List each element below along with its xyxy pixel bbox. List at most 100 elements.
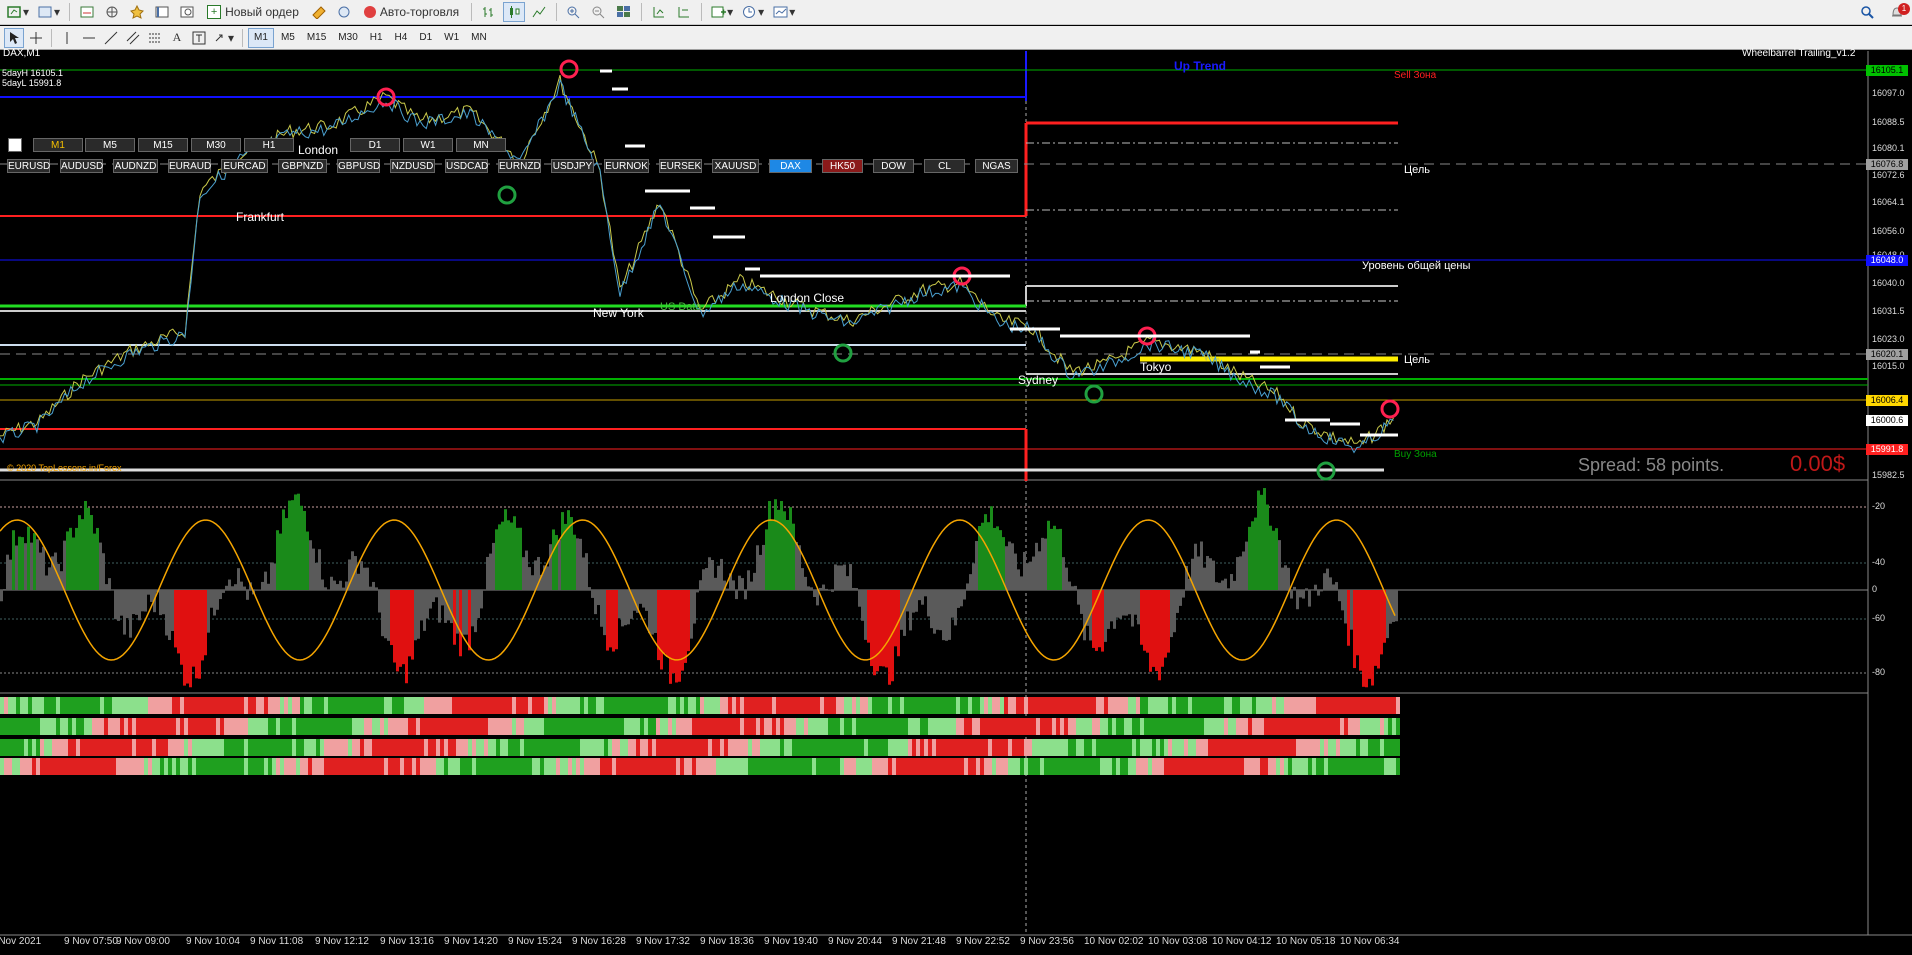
metaeditor-icon[interactable] [308,2,330,22]
new-order-button[interactable]: + Новый ордер [201,2,305,22]
symbol-button-xauusd[interactable]: XAUUSD [712,159,759,173]
panel-checkbox[interactable] [8,138,22,152]
heat-cell [1272,697,1276,714]
search-icon[interactable] [1857,2,1879,22]
indicators-icon[interactable]: ▾ [708,2,736,22]
new-chart-icon[interactable]: ▾ [4,2,32,22]
tf-H1[interactable]: H1 [365,29,388,47]
tester-icon[interactable] [176,2,198,22]
symbol-button-nzdusd[interactable]: NZDUSD [390,159,435,173]
heat-cell [816,697,820,714]
vertical-line-icon[interactable] [57,28,77,48]
symbol-button-audusd[interactable]: AUDUSD [60,159,103,173]
periods-icon[interactable]: ▾ [739,2,767,22]
heat-cell [456,758,460,775]
heat-cell [104,697,108,714]
tf-M5[interactable]: M5 [276,29,300,47]
osc-bar [783,511,786,590]
panel-tf-W1[interactable]: W1 [403,138,453,152]
heat-cell [1180,697,1184,714]
heat-cell [8,739,12,756]
notifications-icon[interactable]: 1 [1882,2,1912,22]
tile-icon[interactable] [613,2,635,22]
chart-window[interactable]: DAX,M1 Wheelbarrel Trailing_v1.2 5dayH 1… [0,48,1912,955]
tf-M1[interactable]: M1 [248,27,274,48]
symbol-button-gbpusd[interactable]: GBPUSD [337,159,380,173]
symbol-button-usdjpy[interactable]: USDJPY [551,159,594,173]
heat-cell [644,758,648,775]
heat-cell [212,697,216,714]
heat-cell [148,718,152,735]
cursor-icon[interactable] [4,27,24,48]
data-window-icon[interactable] [126,2,148,22]
osc-bar [390,590,393,646]
zoom-out-icon[interactable] [588,2,610,22]
horizontal-line-icon[interactable] [79,28,99,48]
fibonacci-icon[interactable] [145,28,165,48]
osc-bar [873,590,876,676]
trendline-icon[interactable] [101,28,121,48]
templates-icon[interactable]: ▾ [770,2,798,22]
zoom-in-icon[interactable] [563,2,585,22]
symbol-button-gbpnzd[interactable]: GBPNZD [278,159,327,173]
symbol-button-eurusd[interactable]: EURUSD [7,159,50,173]
autotrading-button[interactable]: Авто-торговля [358,2,465,22]
price-tick: 16023.0 [1872,334,1905,344]
heat-cell [528,739,532,756]
symbol-button-dax[interactable]: DAX [769,159,812,173]
heat-cell [524,739,528,756]
osc-bar [1179,590,1182,606]
chart-shift-icon[interactable] [673,2,695,22]
osc-bar [858,590,861,607]
symbol-button-ngas[interactable]: NGAS [975,159,1018,173]
symbol-button-euraud[interactable]: EURAUD [168,159,211,173]
profiles-icon[interactable]: ▾ [35,2,63,22]
symbol-button-dow[interactable]: DOW [873,159,914,173]
crosshair-icon[interactable] [26,28,46,48]
osc-bar [1065,567,1068,590]
tf-M15[interactable]: M15 [302,29,331,47]
symbol-button-usdcad[interactable]: USDCAD [445,159,488,173]
signals-icon[interactable] [333,2,355,22]
heat-cell [1152,758,1156,775]
heat-cell [816,718,820,735]
osc-bar [792,523,795,590]
tf-D1[interactable]: D1 [414,29,437,47]
tf-W1[interactable]: W1 [439,29,464,47]
tf-H4[interactable]: H4 [390,29,413,47]
text-icon[interactable]: A [167,28,187,48]
symbol-button-eurnzd[interactable]: EURNZD [498,159,541,173]
line-chart-icon[interactable] [528,2,550,22]
heat-cell [1336,718,1340,735]
channel-icon[interactable] [123,28,143,48]
bar-chart-icon[interactable] [478,2,500,22]
terminal-icon[interactable] [151,2,173,22]
symbol-button-audnzd[interactable]: AUDNZD [113,159,158,173]
tf-MN[interactable]: MN [466,29,492,47]
panel-tf-M1[interactable]: M1 [33,138,83,152]
text-label-icon[interactable] [189,28,209,48]
arrows-icon[interactable]: ▾ [211,28,237,48]
candles-icon[interactable] [503,2,526,22]
symbol-button-hk50[interactable]: HK50 [822,159,863,173]
symbol-button-eurnok[interactable]: EURNOK [604,159,649,173]
panel-tf-M5[interactable]: M5 [85,138,135,152]
panel-tf-MN[interactable]: MN [456,138,506,152]
symbol-button-eurcad[interactable]: EURCAD [221,159,268,173]
navigator-icon[interactable] [101,2,123,22]
chart-canvas[interactable] [0,51,1912,955]
heat-cell [508,697,512,714]
heat-cell [252,697,256,714]
heat-cell [1124,739,1128,756]
tf-M30[interactable]: M30 [333,29,362,47]
symbol-button-cl[interactable]: CL [924,159,965,173]
heat-cell [512,758,516,775]
autoscroll-icon[interactable] [648,2,670,22]
market-watch-icon[interactable] [76,2,98,22]
panel-tf-M30[interactable]: M30 [191,138,241,152]
panel-tf-M15[interactable]: M15 [138,138,188,152]
panel-tf-H1[interactable]: H1 [244,138,294,152]
heat-cell [1220,718,1224,735]
symbol-button-eursek[interactable]: EURSEK [659,159,702,173]
panel-tf-D1[interactable]: D1 [350,138,400,152]
